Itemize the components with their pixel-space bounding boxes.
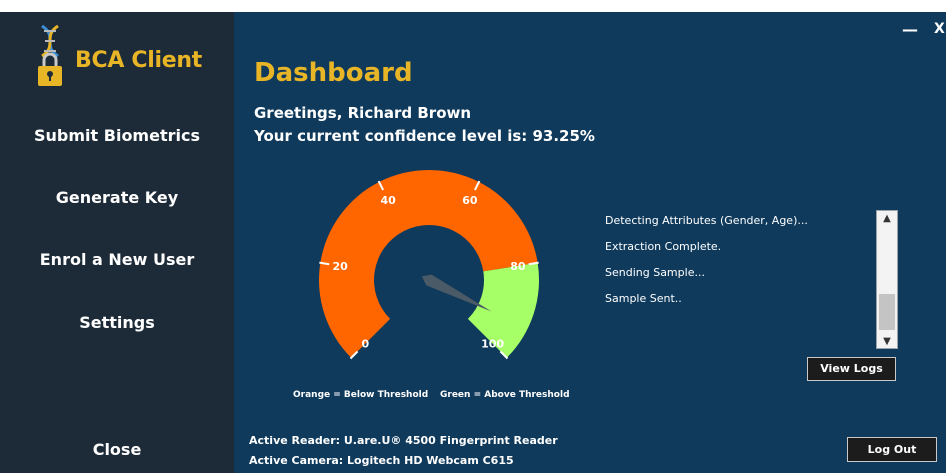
nav-settings[interactable]: Settings bbox=[0, 313, 234, 332]
log-line: Extraction Complete. bbox=[605, 240, 722, 253]
brand: BCA Client bbox=[34, 22, 224, 92]
active-camera-text: Active Camera: Logitech HD Webcam C615 bbox=[249, 454, 514, 467]
gauge-tick-label: 20 bbox=[332, 260, 348, 273]
nav-submit-biometrics[interactable]: Submit Biometrics bbox=[0, 126, 234, 145]
scroll-down-arrow-icon[interactable]: ▼ bbox=[877, 336, 897, 347]
gauge-tick-label: 80 bbox=[510, 260, 526, 273]
greeting-text: Greetings, Richard Brown bbox=[254, 104, 472, 122]
brand-title: BCA Client bbox=[75, 48, 202, 73]
dna-padlock-icon bbox=[38, 24, 62, 86]
gauge-tick-label: 60 bbox=[462, 194, 478, 207]
scroll-thumb[interactable] bbox=[879, 294, 895, 330]
log-out-button[interactable]: Log Out bbox=[847, 437, 937, 462]
confidence-text: Your current confidence level is: 93.25% bbox=[254, 127, 595, 145]
page-title: Dashboard bbox=[254, 58, 413, 88]
gauge-tick-label: 100 bbox=[481, 338, 504, 351]
active-reader-text: Active Reader: U.are.U® 4500 Fingerprint… bbox=[249, 434, 558, 447]
main-panel: — X Dashboard Greetings, Richard Brown Y… bbox=[234, 12, 946, 473]
nav-enrol-new-user[interactable]: Enrol a New User bbox=[0, 250, 234, 269]
log-scrollbar[interactable]: ▲ ▼ bbox=[876, 210, 898, 349]
app-window: BCA Client Submit Biometrics Generate Ke… bbox=[0, 12, 946, 473]
window-close-button[interactable]: X bbox=[934, 21, 945, 37]
view-logs-button[interactable]: View Logs bbox=[807, 357, 896, 381]
log-line: Detecting Attributes (Gender, Age)... bbox=[605, 214, 808, 227]
nav-close[interactable]: Close bbox=[0, 440, 234, 459]
legend-below-threshold: Orange = Below Threshold bbox=[293, 390, 429, 400]
nav-generate-key[interactable]: Generate Key bbox=[0, 188, 234, 207]
gauge-tick-label: 40 bbox=[380, 194, 396, 207]
activity-log: Detecting Attributes (Gender, Age)... Ex… bbox=[599, 210, 899, 345]
gauge-needle bbox=[421, 274, 492, 312]
log-line: Sending Sample... bbox=[605, 266, 705, 279]
confidence-gauge: 0 20 40 60 80 100 bbox=[318, 169, 539, 360]
scroll-up-arrow-icon[interactable]: ▲ bbox=[877, 213, 897, 224]
sidebar: BCA Client Submit Biometrics Generate Ke… bbox=[0, 12, 234, 473]
gauge-tick-label: 0 bbox=[362, 338, 370, 351]
log-line: Sample Sent.. bbox=[605, 292, 682, 305]
legend-above-threshold: Green = Above Threshold bbox=[440, 390, 570, 400]
minimize-button[interactable]: — bbox=[902, 20, 918, 39]
